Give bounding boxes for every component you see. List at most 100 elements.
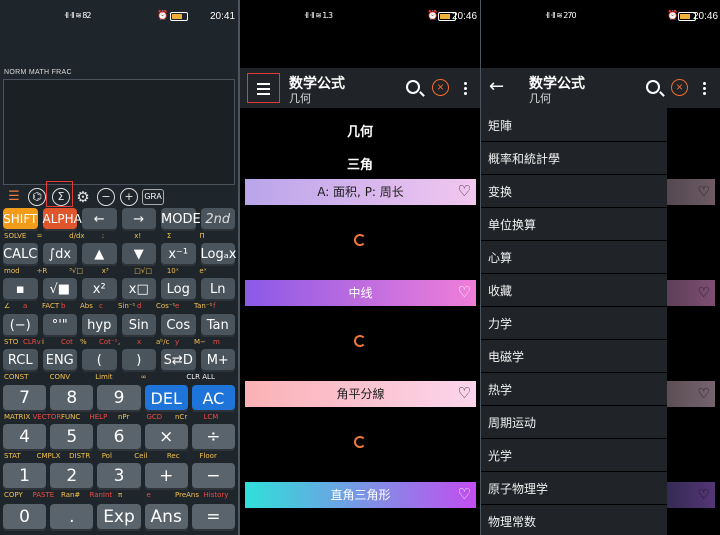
- drawer-divider: [481, 240, 667, 241]
- constants-icon[interactable]: ⌬: [28, 188, 46, 206]
- close-icon[interactable]: ×: [671, 79, 688, 96]
- calc-display[interactable]: [3, 79, 235, 185]
- search-icon[interactable]: [646, 80, 660, 94]
- key-sub-label: CONV: [49, 373, 71, 381]
- key-sub-label: a: [23, 302, 28, 310]
- heart-icon[interactable]: ♡: [458, 179, 471, 203]
- calc-key[interactable]: ENG: [42, 349, 77, 372]
- calc-key[interactable]: 3: [97, 463, 141, 490]
- drawer-item[interactable]: 矩陣: [488, 117, 512, 134]
- calc-key[interactable]: Logₐx: [200, 243, 237, 266]
- heart-icon[interactable]: ♡: [458, 381, 471, 405]
- calc-key[interactable]: Ln: [200, 278, 235, 301]
- drawer-item[interactable]: 收藏: [488, 282, 512, 299]
- search-icon[interactable]: [406, 80, 420, 94]
- calc-key[interactable]: DEL: [144, 385, 188, 412]
- calc-key[interactable]: 4: [3, 424, 47, 451]
- formula-card[interactable]: 中线 ♡: [245, 280, 476, 306]
- calc-key[interactable]: ): [121, 349, 156, 372]
- calc-key[interactable]: ▼: [121, 243, 156, 266]
- calc-key[interactable]: (: [82, 349, 117, 372]
- clock: 20:41: [210, 11, 236, 22]
- calc-key[interactable]: .: [50, 504, 94, 531]
- drawer-item[interactable]: 单位换算: [488, 216, 536, 233]
- calc-key[interactable]: Tan: [200, 314, 235, 337]
- drawer-item[interactable]: 概率和統計學: [488, 150, 560, 167]
- formula-card[interactable]: 直角三角形 ♡: [245, 482, 476, 508]
- calc-key[interactable]: AC: [191, 385, 235, 412]
- more-icon[interactable]: [464, 82, 468, 97]
- key-sub-label: MATRIX: [4, 413, 31, 421]
- calc-key[interactable]: x□: [121, 278, 156, 301]
- calc-key[interactable]: ∫dx: [42, 243, 77, 266]
- drawer-item[interactable]: 物理常数: [488, 513, 536, 530]
- calc-key[interactable]: ALPHA: [42, 208, 82, 231]
- calc-key[interactable]: MODE: [161, 208, 201, 231]
- drawer-screen: ·ll ·ll ≋ 270 ⏰ 20:46 ← 数学公式 几何 × ♡ ♡ ♡ …: [481, 0, 720, 535]
- drawer-item[interactable]: 变换: [488, 183, 512, 200]
- drawer-item[interactable]: 心算: [488, 249, 512, 266]
- heart-icon[interactable]: ♡: [458, 280, 471, 304]
- calc-key[interactable]: =: [191, 504, 235, 531]
- calc-key[interactable]: √■: [42, 278, 77, 301]
- minus-icon[interactable]: −: [97, 188, 115, 206]
- calc-key[interactable]: ▪: [3, 278, 38, 301]
- calc-key[interactable]: Ans: [144, 504, 188, 531]
- calc-key[interactable]: 0: [3, 504, 47, 531]
- status-bar-time: 20:46: [240, 0, 480, 34]
- drawer-item[interactable]: 光学: [488, 447, 512, 464]
- calc-key[interactable]: →: [121, 208, 156, 231]
- calc-key[interactable]: S⇄D: [161, 349, 196, 372]
- formula-card[interactable]: A: 面积, P: 周长 ♡: [245, 179, 476, 205]
- key-sub-label: x!: [134, 232, 142, 240]
- calc-key[interactable]: ←: [82, 208, 117, 231]
- calc-key[interactable]: 5: [50, 424, 94, 451]
- key-sub-label: eˣ: [199, 267, 207, 275]
- hamburger-menu-icon[interactable]: [247, 73, 280, 103]
- settings-icon[interactable]: ⚙: [74, 188, 92, 206]
- calc-key[interactable]: 2: [50, 463, 94, 490]
- app-subtitle: 几何: [289, 92, 311, 105]
- menu-icon[interactable]: ☰: [5, 188, 23, 206]
- calc-key[interactable]: Sin: [121, 314, 156, 337]
- calc-key[interactable]: CALC: [3, 243, 38, 266]
- calc-key[interactable]: 1: [3, 463, 47, 490]
- calc-key[interactable]: −: [191, 463, 235, 490]
- back-arrow-icon[interactable]: ←: [489, 76, 504, 97]
- calc-key[interactable]: (−): [3, 314, 38, 337]
- graph-button[interactable]: GRA: [142, 189, 164, 205]
- formula-card[interactable]: 角平分線 ♡: [245, 381, 476, 407]
- drawer-item[interactable]: 力学: [488, 315, 512, 332]
- calc-key[interactable]: x⁻¹: [161, 243, 196, 266]
- calc-key[interactable]: 2nd: [200, 208, 235, 231]
- key-sub-label: :: [101, 232, 105, 240]
- key-sub-label: d: [137, 302, 142, 310]
- calc-key[interactable]: Exp: [97, 504, 141, 531]
- key-sub-label: i: [42, 338, 44, 346]
- heart-icon[interactable]: ♡: [458, 482, 471, 506]
- calc-key[interactable]: °'": [42, 314, 77, 337]
- calc-key[interactable]: 7: [3, 385, 47, 412]
- calc-key[interactable]: ×: [144, 424, 188, 451]
- drawer-item[interactable]: 原子物理学: [488, 480, 548, 497]
- calc-key[interactable]: 6: [97, 424, 141, 451]
- more-icon[interactable]: [703, 82, 707, 97]
- calc-key[interactable]: 9: [97, 385, 141, 412]
- drawer-item[interactable]: 周期运动: [488, 414, 536, 431]
- calc-key[interactable]: ÷: [191, 424, 235, 451]
- calc-key[interactable]: x²: [82, 278, 117, 301]
- calc-key[interactable]: RCL: [3, 349, 38, 372]
- drawer-item[interactable]: 热学: [488, 381, 512, 398]
- calc-key[interactable]: 8: [50, 385, 94, 412]
- calc-key[interactable]: ▲: [82, 243, 117, 266]
- calc-key[interactable]: M+: [200, 349, 235, 372]
- drawer-item[interactable]: 电磁学: [488, 348, 524, 365]
- calc-key[interactable]: SHIFT: [3, 208, 38, 231]
- calc-key[interactable]: Log: [161, 278, 196, 301]
- key-sub-label: f: [213, 302, 216, 310]
- calc-key[interactable]: hyp: [82, 314, 117, 337]
- calc-key[interactable]: Cos: [161, 314, 196, 337]
- calc-key[interactable]: +: [144, 463, 188, 490]
- close-icon[interactable]: ×: [432, 79, 449, 96]
- plus-icon[interactable]: +: [120, 188, 138, 206]
